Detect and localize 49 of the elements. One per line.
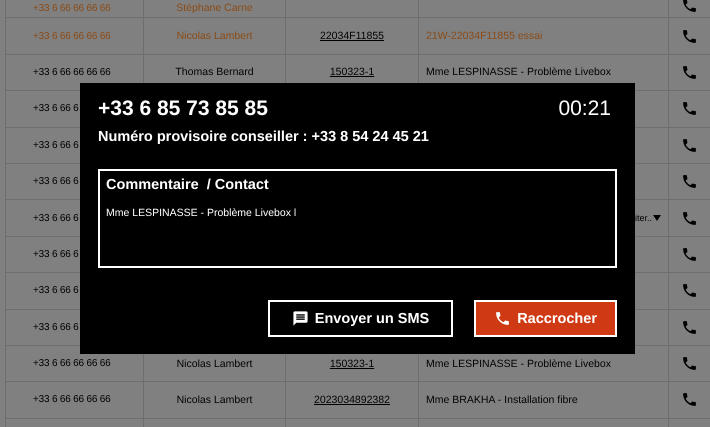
phone-icon	[494, 310, 512, 327]
phone-number: +33 6 66 6	[33, 212, 79, 224]
phone-number: +33 6 66 66 66 66	[33, 30, 111, 42]
contact-name: Nicolas Lambert	[176, 30, 252, 42]
comment-text: Mme LESPINASSE - Problème Livebox	[426, 358, 611, 370]
phone-icon[interactable]	[681, 64, 698, 81]
reference-link[interactable]: 2023034892382	[314, 394, 390, 406]
comment-text: 21W-22034F11855 essai	[426, 30, 542, 42]
reference-link[interactable]: 150323-1	[330, 66, 374, 78]
phone-number: +33 6 66 66 66 66	[33, 394, 111, 406]
phone-icon[interactable]	[681, 282, 698, 300]
call-timer: 00:21	[558, 97, 611, 121]
phone-number: +33 6 66 6	[33, 248, 79, 260]
phone-icon[interactable]	[681, 391, 698, 408]
phone-icon[interactable]	[681, 0, 698, 14]
phone-number: +33 6 66 6	[33, 322, 79, 333]
contact-name: Nicolas Lambert	[176, 358, 252, 370]
phone-number: +33 6 66 6	[33, 103, 79, 114]
phone-number: +33 6 66 6	[33, 176, 79, 188]
phone-number: +33 6 66 6	[33, 285, 79, 296]
phone-icon[interactable]	[681, 28, 698, 45]
reference-link[interactable]: 150323-1	[330, 358, 374, 370]
caret-icon[interactable]	[653, 215, 661, 222]
contact-name: Thomas Bernard	[175, 66, 254, 78]
phone-icon[interactable]	[681, 355, 698, 372]
phone-number: +33 6 66 6	[33, 140, 79, 151]
phone-number: +33 6 66 66 66 66	[33, 3, 111, 14]
contact-name: Nicolas Lambert	[176, 394, 252, 406]
contact-name: Stéphane Carne	[176, 2, 253, 14]
reference-link[interactable]: 22034F11855	[320, 30, 384, 42]
phone-icon[interactable]	[681, 210, 698, 227]
phone-number: +33 6 66 66 66 66	[33, 66, 111, 78]
phone-icon[interactable]	[681, 100, 698, 118]
advisor-number: Numéro provisoire conseiller : +33 8 54 24 45 21	[98, 129, 430, 145]
comment-label: Commentaire / Contact	[106, 177, 270, 193]
phone-icon[interactable]	[681, 173, 698, 190]
hang-up-button[interactable]: Raccrocher	[474, 300, 617, 337]
status-text[interactable]: iter..	[634, 213, 652, 224]
send-sms-button[interactable]: Envoyer un SMS	[268, 300, 454, 337]
phone-icon[interactable]	[681, 136, 698, 154]
comment-text: Mme BRAKHA - Installation fibre	[426, 394, 578, 406]
caller-number: +33 6 85 73 85 85	[98, 97, 268, 121]
phone-number: +33 6 66 66 66 66	[33, 358, 111, 370]
message-icon	[292, 310, 309, 327]
phone-icon[interactable]	[681, 318, 698, 336]
phone-icon[interactable]	[681, 246, 698, 263]
comment-field[interactable]: Commentaire / Contact Mme LESPINASSE - Problème Livebox l	[98, 169, 617, 268]
comment-value: Mme LESPINASSE - Problème Livebox l	[106, 207, 298, 219]
comment-text: Mme LESPINASSE - Problème Livebox	[426, 66, 611, 78]
